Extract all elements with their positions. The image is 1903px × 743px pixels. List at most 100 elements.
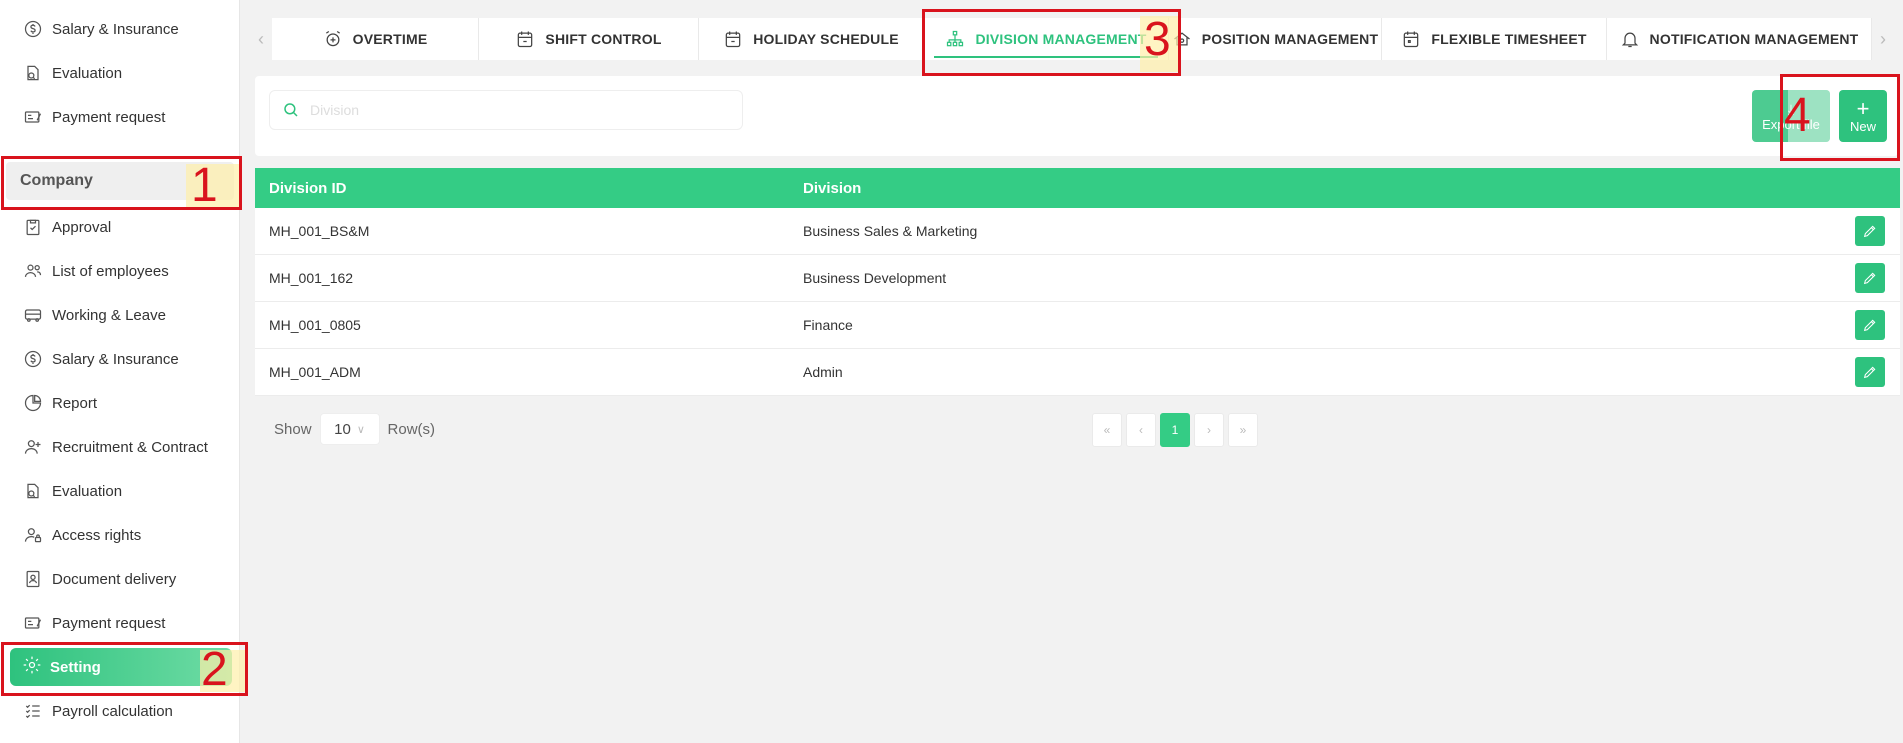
cell-division: Finance bbox=[803, 317, 853, 333]
table-row[interactable]: MH_001_BS&M Business Sales & Marketing bbox=[255, 208, 1900, 255]
tab-shift-control[interactable]: SHIFT CONTROL bbox=[479, 18, 699, 60]
cell-division: Business Sales & Marketing bbox=[803, 223, 978, 239]
tab-label: SHIFT CONTROL bbox=[545, 31, 662, 47]
clipboard-check-icon bbox=[22, 216, 44, 238]
bell-icon bbox=[1620, 29, 1640, 49]
toolbar: ⤓ Export file + New bbox=[255, 76, 1898, 156]
cell-division: Business Development bbox=[803, 270, 947, 286]
sidebar-item-recruitment-contract[interactable]: Recruitment & Contract bbox=[0, 427, 240, 467]
sidebar-item-salary-insurance-top[interactable]: Salary & Insurance bbox=[0, 9, 240, 49]
cell-division-id: MH_001_ADM bbox=[269, 364, 361, 380]
tab-label: HOLIDAY SCHEDULE bbox=[753, 31, 899, 47]
page-next-button[interactable]: › bbox=[1194, 413, 1224, 447]
page-first-button[interactable]: « bbox=[1092, 413, 1122, 447]
sidebar-item-label: Report bbox=[52, 394, 98, 412]
sidebar-item-label: Payment request bbox=[52, 614, 166, 632]
pencil-icon bbox=[1863, 319, 1876, 332]
tab-scroll-left-icon[interactable]: ‹ bbox=[250, 18, 272, 60]
user-lock-icon bbox=[22, 524, 44, 546]
division-table: Division ID Division MH_001_BS&M Busines… bbox=[255, 168, 1900, 396]
tab-scroll-right-icon[interactable]: › bbox=[1872, 18, 1894, 60]
header-division-id: Division ID bbox=[269, 179, 347, 197]
search-input[interactable] bbox=[310, 102, 730, 118]
tab-notification-management[interactable]: NOTIFICATION MANAGEMENT bbox=[1607, 18, 1872, 60]
user-plus-icon bbox=[22, 436, 44, 458]
cell-division-id: MH_001_162 bbox=[269, 270, 354, 286]
sidebar-item-label: Salary & Insurance bbox=[52, 20, 179, 38]
dollar-circle-icon bbox=[22, 18, 44, 40]
sidebar-item-label: Evaluation bbox=[52, 64, 123, 82]
checklist-icon bbox=[22, 700, 44, 722]
page-current-button[interactable]: 1 bbox=[1160, 413, 1190, 447]
cell-division-id: MH_001_0805 bbox=[269, 317, 361, 333]
sidebar-item-payment-request-top[interactable]: Payment request bbox=[0, 97, 240, 137]
sidebar-item-label: Payroll calculation bbox=[52, 702, 173, 720]
sidebar-item-label: Document delivery bbox=[52, 570, 177, 588]
sidebar-item-report[interactable]: Report bbox=[0, 383, 240, 423]
edit-button[interactable] bbox=[1855, 357, 1885, 387]
search-icon bbox=[284, 103, 298, 117]
tab-holiday-schedule[interactable]: HOLIDAY SCHEDULE bbox=[699, 18, 924, 60]
page-prev-button[interactable]: ‹ bbox=[1126, 413, 1156, 447]
sidebar-item-evaluation[interactable]: Evaluation bbox=[0, 471, 240, 511]
rows-per-page: Show 10 ∨ Row(s) bbox=[274, 413, 435, 445]
evaluation-icon bbox=[22, 480, 44, 502]
sidebar-item-working-leave[interactable]: Working & Leave bbox=[0, 295, 240, 335]
rows-per-page-select[interactable]: 10 ∨ bbox=[319, 413, 380, 445]
dollar-circle-icon bbox=[22, 348, 44, 370]
table-header: Division ID Division bbox=[255, 168, 1900, 208]
sidebar-item-label: Evaluation bbox=[52, 482, 123, 500]
rows-label: Row(s) bbox=[387, 420, 436, 438]
edit-button[interactable] bbox=[1855, 216, 1885, 246]
table-row[interactable]: MH_001_162 Business Development bbox=[255, 255, 1900, 302]
tab-overtime[interactable]: OVERTIME bbox=[272, 18, 479, 60]
edit-button[interactable] bbox=[1855, 310, 1885, 340]
annotation-box-3 bbox=[922, 9, 1181, 76]
pencil-icon bbox=[1863, 225, 1876, 238]
sidebar-item-payment-request[interactable]: Payment request bbox=[0, 603, 240, 643]
cell-division-id: MH_001_BS&M bbox=[269, 223, 370, 239]
sidebar-item-document-delivery[interactable]: Document delivery bbox=[0, 559, 240, 599]
tab-flexible-timesheet[interactable]: FLEXIBLE TIMESHEET bbox=[1382, 18, 1607, 60]
table-row[interactable]: MH_001_0805 Finance bbox=[255, 302, 1900, 349]
header-division: Division bbox=[803, 179, 862, 197]
sidebar-item-payroll-calculation[interactable]: Payroll calculation bbox=[0, 691, 240, 731]
table-row[interactable]: MH_001_ADM Admin bbox=[255, 349, 1900, 396]
sidebar-item-list-of-employees[interactable]: List of employees bbox=[0, 251, 240, 291]
sidebar-item-evaluation-top[interactable]: Evaluation bbox=[0, 53, 240, 93]
pencil-icon bbox=[1863, 366, 1876, 379]
bus-icon bbox=[22, 304, 44, 326]
sidebar-item-label: Recruitment & Contract bbox=[52, 438, 208, 456]
sidebar-item-approval[interactable]: Approval bbox=[0, 207, 240, 247]
payment-icon bbox=[22, 106, 44, 128]
calendar-icon bbox=[1401, 29, 1421, 49]
evaluation-icon bbox=[22, 62, 44, 84]
tab-label: NOTIFICATION MANAGEMENT bbox=[1649, 31, 1859, 47]
sidebar-item-label: Working & Leave bbox=[52, 306, 166, 324]
pagination: « ‹ 1 › » bbox=[1092, 413, 1258, 447]
id-card-icon bbox=[22, 568, 44, 590]
tab-label: FLEXIBLE TIMESHEET bbox=[1431, 31, 1587, 47]
tab-position-management[interactable]: POSITION MANAGEMENT bbox=[1169, 18, 1382, 60]
edit-button[interactable] bbox=[1855, 263, 1885, 293]
page-last-button[interactable]: » bbox=[1228, 413, 1258, 447]
search-box bbox=[269, 90, 743, 130]
pencil-icon bbox=[1863, 272, 1876, 285]
sidebar-item-label: Approval bbox=[52, 218, 112, 236]
sidebar-item-label: Access rights bbox=[52, 526, 142, 544]
sidebar-item-access-rights[interactable]: Access rights bbox=[0, 515, 240, 555]
sidebar-item-label: Salary & Insurance bbox=[52, 350, 179, 368]
tab-label: OVERTIME bbox=[352, 31, 428, 47]
calendar-icon bbox=[723, 29, 743, 49]
calendar-icon bbox=[515, 29, 535, 49]
tab-label: POSITION MANAGEMENT bbox=[1201, 31, 1379, 47]
payment-icon bbox=[22, 612, 44, 634]
show-label: Show bbox=[274, 420, 312, 438]
annotation-number-4: 4 bbox=[1784, 89, 1811, 142]
chevron-down-icon: ∨ bbox=[356, 423, 365, 436]
sidebar: Salary & Insurance Evaluation Payment re… bbox=[0, 0, 240, 743]
sidebar-item-salary-insurance[interactable]: Salary & Insurance bbox=[0, 339, 240, 379]
cell-division: Admin bbox=[803, 364, 843, 380]
annotation-number-3: 3 bbox=[1144, 13, 1171, 66]
sidebar-item-label: Payment request bbox=[52, 108, 166, 126]
